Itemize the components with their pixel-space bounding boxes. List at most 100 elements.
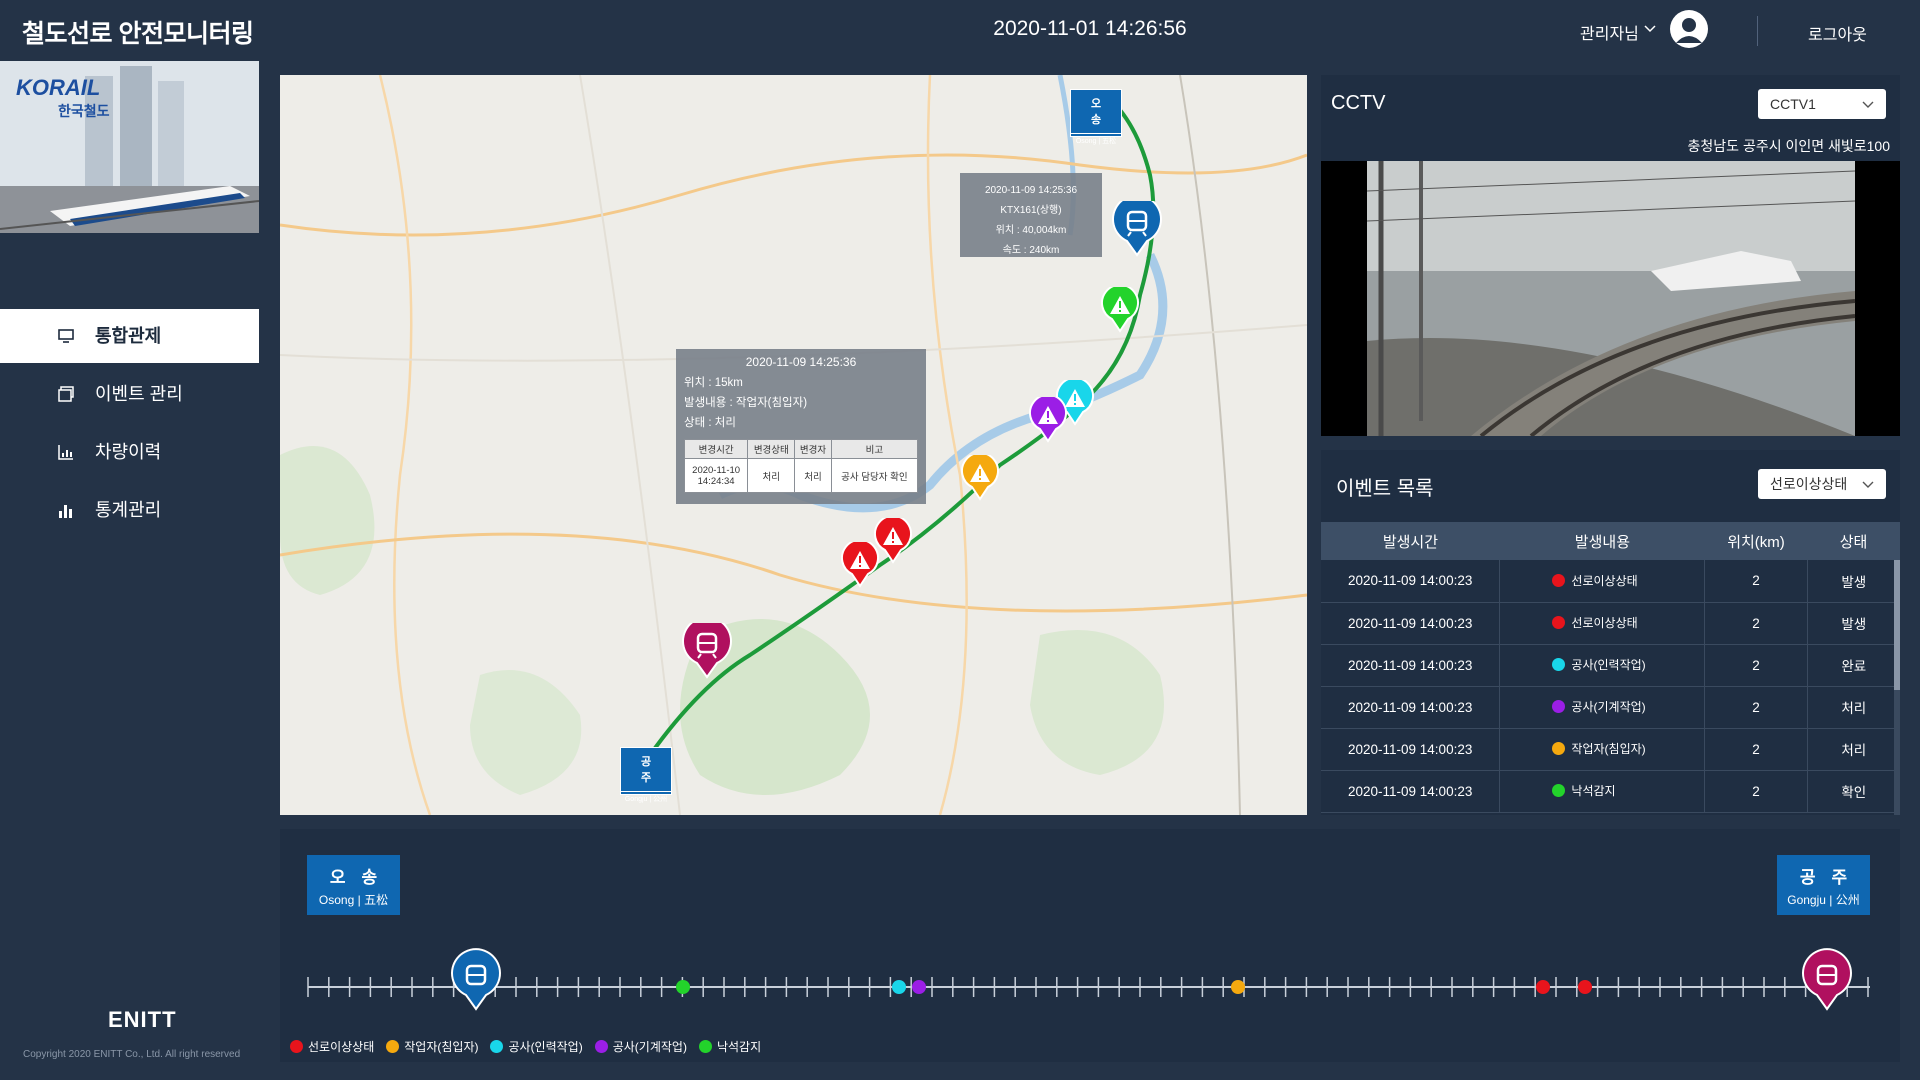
train-marker-blue[interactable] xyxy=(1112,201,1162,257)
event-time: 2020-11-09 14:00:23 xyxy=(1321,686,1501,729)
status-dot xyxy=(1552,784,1566,797)
cctv-select-value: CCTV1 xyxy=(1770,96,1816,112)
event-content: 선로이상상태 xyxy=(1571,616,1638,630)
event-position: 2 xyxy=(1704,644,1808,687)
event-list-title: 이벤트 목록 xyxy=(1336,478,1434,500)
event-filter-select[interactable]: 선로이상상태 xyxy=(1758,469,1886,499)
station-name-en: Gongju | 公州 xyxy=(621,791,671,804)
warning-marker-red[interactable] xyxy=(840,542,880,588)
sidebar-item-label: 이벤트 관리 xyxy=(95,384,183,404)
table-row[interactable]: 2020-11-09 14:00:23 작업자(침입자) 2 처리 xyxy=(1321,728,1900,771)
legend-dot xyxy=(594,1040,608,1053)
col-header: 상태 xyxy=(1807,522,1900,560)
event-tip-status: 상태 : 처리 xyxy=(684,417,736,429)
user-name[interactable]: 관리자님 xyxy=(1580,20,1639,44)
event-content: 공사(인력작업) xyxy=(1571,658,1646,672)
event-tip-position: 위치 : 15km xyxy=(684,377,743,389)
table-row[interactable]: 2020-11-09 14:00:23 낙석감지 2 확인 xyxy=(1321,770,1900,813)
warning-marker-purple[interactable] xyxy=(1028,397,1068,443)
monitor-icon xyxy=(58,329,74,343)
warning-marker-green[interactable] xyxy=(1100,287,1140,333)
user-icon xyxy=(1671,11,1707,47)
change-date: 2020-11-10 xyxy=(692,464,741,476)
route-timeline: 오송 Osong | 五松 공주 Gongju | 公州 선로이상상태 작업자(… xyxy=(280,829,1900,1062)
korail-logo: KORAIL xyxy=(16,75,101,100)
sidebar-item-integrated-control[interactable]: 통합관제 xyxy=(0,309,259,363)
header: 철도선로 안전모니터링 2020-11-01 14:26:56 관리자님 로그아… xyxy=(0,0,1920,61)
event-status: 처리 xyxy=(1807,728,1900,771)
enitt-logo: ENITT xyxy=(108,1007,177,1032)
event-dot-red[interactable] xyxy=(1578,980,1592,994)
train-tip-position: 위치 : 40,004km xyxy=(995,225,1067,236)
event-time: 2020-11-09 14:00:23 xyxy=(1321,602,1501,645)
event-info-tooltip: 2020-11-09 14:25:36 위치 : 15km 발생내용 : 작업자… xyxy=(676,349,926,504)
event-list-scrollbar[interactable] xyxy=(1894,560,1900,815)
sidebar-item-label: 차량이력 xyxy=(95,442,162,462)
cctv-select[interactable]: CCTV1 xyxy=(1758,89,1886,119)
korail-logo-sub: 한국철도 xyxy=(58,103,110,119)
chevron-down-icon xyxy=(1862,101,1874,108)
event-status: 처리 xyxy=(1807,686,1900,729)
legend-label: 작업자(침입자) xyxy=(404,1040,479,1054)
station-name-en: Osong | 五松 xyxy=(1071,133,1121,146)
change-clock: 14:24:34 xyxy=(697,475,735,487)
table-row[interactable]: 2020-11-09 14:00:23 공사(인력작업) 2 완료 xyxy=(1321,644,1900,687)
station-gongju-badge[interactable]: 공주 Gongju | 公州 xyxy=(620,747,672,803)
event-content: 낙석감지 xyxy=(1571,784,1616,798)
table-row[interactable]: 2020-11-09 14:00:23 공사(기계작업) 2 처리 xyxy=(1321,686,1900,729)
table-row[interactable]: 2020-11-09 14:00:23 선로이상상태 2 발생 xyxy=(1321,560,1900,603)
event-content: 선로이상상태 xyxy=(1571,573,1638,588)
cctv-frame xyxy=(1321,161,1900,436)
col-header: 비고 xyxy=(830,439,919,459)
col-header: 발생내용 xyxy=(1499,522,1705,560)
bar-chart-icon xyxy=(59,505,72,518)
legend-item: 공사(인력작업) xyxy=(490,1038,583,1055)
event-position: 2 xyxy=(1704,686,1808,729)
sidebar-item-event-management[interactable]: 이벤트 관리 xyxy=(0,367,259,421)
status-dot xyxy=(1552,573,1566,587)
event-dot-orange[interactable] xyxy=(1231,980,1245,994)
train-marker-blue[interactable] xyxy=(451,948,501,1011)
korail-banner: KORAIL 한국철도 xyxy=(0,61,259,233)
legend-item: 낙석감지 xyxy=(698,1038,761,1055)
col-header: 변경상태 xyxy=(747,439,796,459)
table-row: 2020-11-10 14:24:34 처리 처리 공사 담당자 확인 xyxy=(683,458,919,493)
station-name-kr: 오송 xyxy=(1090,98,1112,126)
copyright: Copyright 2020 ENITT Co., Ltd. All right… xyxy=(23,1049,241,1060)
route-map[interactable]: 오송 Osong | 五松 공주 Gongju | 公州 2020-11-09 … xyxy=(280,75,1307,815)
changer: 처리 xyxy=(794,458,832,493)
event-dot-green[interactable] xyxy=(676,980,690,994)
timeline-track[interactable] xyxy=(280,829,1900,1029)
col-header: 발생시간 xyxy=(1321,522,1500,560)
event-dot-cyan[interactable] xyxy=(892,980,906,994)
event-content: 작업자(침입자) xyxy=(1571,742,1646,756)
col-header: 변경시간 xyxy=(683,439,749,459)
train-marker-magenta[interactable] xyxy=(682,623,732,679)
table-row[interactable]: 2020-11-09 14:00:23 선로이상상태 2 발생 xyxy=(1321,602,1900,645)
sidebar-item-statistics[interactable]: 통계관리 xyxy=(0,483,259,537)
sidebar-item-label: 통계관리 xyxy=(95,500,162,520)
sidebar-item-vehicle-history[interactable]: 차량이력 xyxy=(0,425,259,479)
event-dot-purple[interactable] xyxy=(912,980,926,994)
header-divider xyxy=(1757,16,1758,46)
station-osong-badge[interactable]: 오송 Osong | 五松 xyxy=(1070,89,1122,145)
cctv-title: CCTV xyxy=(1331,92,1386,114)
chevron-down-icon[interactable] xyxy=(1643,22,1657,36)
event-time: 2020-11-09 14:00:23 xyxy=(1321,644,1501,687)
logout-button[interactable]: 로그아웃 xyxy=(1808,21,1867,45)
warning-marker-orange[interactable] xyxy=(960,455,1000,501)
event-dot-red[interactable] xyxy=(1536,980,1550,994)
event-tip-content: 발생내용 : 작업자(침입자) xyxy=(684,397,808,409)
train-marker-magenta[interactable] xyxy=(1802,948,1852,1011)
scrollbar-thumb[interactable] xyxy=(1894,560,1900,690)
train-info-tooltip: 2020-11-09 14:25:36 KTX161(상행) 위치 : 40,0… xyxy=(960,173,1102,257)
legend-label: 선로이상상태 xyxy=(308,1040,375,1054)
sidebar-item-label: 통합관제 xyxy=(95,326,162,346)
event-time: 2020-11-09 14:00:23 xyxy=(1321,728,1501,771)
train-tip-speed: 속도 : 240km xyxy=(1002,245,1060,256)
avatar[interactable] xyxy=(1670,10,1708,48)
legend-item: 공사(기계작업) xyxy=(594,1038,687,1055)
window-icon xyxy=(58,386,74,402)
cctv-video-feed[interactable] xyxy=(1321,161,1900,436)
event-time: 2020-11-09 14:00:23 xyxy=(1321,560,1501,603)
